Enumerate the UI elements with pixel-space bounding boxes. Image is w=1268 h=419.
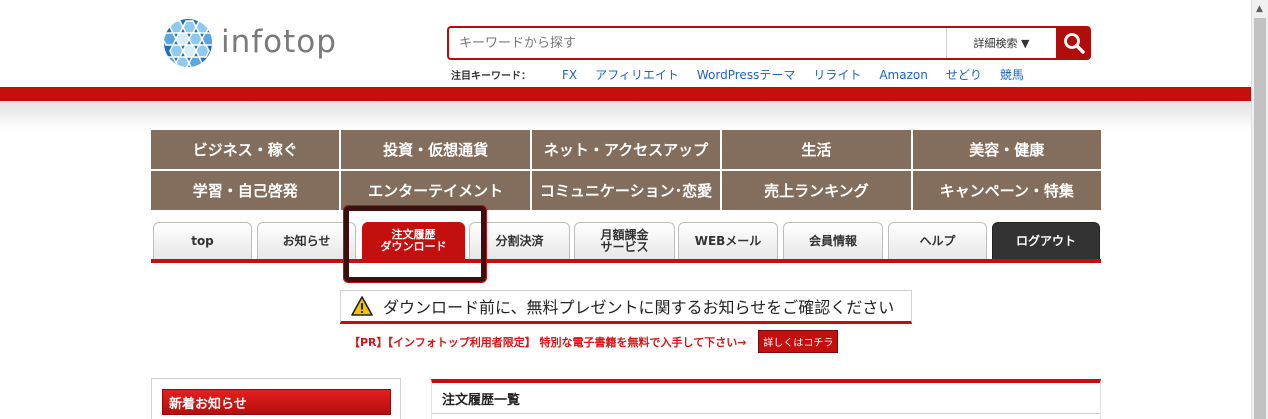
infotop-logo[interactable]: infotop <box>163 18 337 68</box>
keyword-link[interactable]: せどり <box>946 66 982 83</box>
category-life[interactable]: 生活 <box>722 130 911 169</box>
pr-banner: 【PR】【インフォトップ利用者限定】 特別な電子書籍を無料で入手して下さい→ 詳… <box>349 330 839 353</box>
search-icon <box>1064 33 1085 54</box>
order-history-panel: 注文履歴一覧 <box>431 379 1101 419</box>
tab-webmail[interactable]: WEBメール <box>678 222 778 259</box>
keyword-link[interactable]: 競馬 <box>1000 66 1024 83</box>
hexagon-globe-icon <box>164 19 212 67</box>
tab-member-info[interactable]: 会員情報 <box>783 222 883 259</box>
header-red-band <box>0 87 1251 101</box>
category-learning[interactable]: 学習・自己啓発 <box>151 171 340 210</box>
scroll-up-arrow-icon[interactable]: ▲ <box>1251 0 1268 17</box>
download-notice: ダウンロード前に、無料プレゼントに関するお知らせをご確認ください <box>340 290 912 324</box>
search-input[interactable] <box>449 28 946 58</box>
scrollbar-thumb[interactable] <box>1254 18 1266 419</box>
order-history-divider <box>432 413 1100 414</box>
category-communication[interactable]: コミュニケーション･恋愛 <box>531 171 721 210</box>
keyword-link[interactable]: リライト <box>813 66 861 83</box>
category-campaign[interactable]: キャンペーン・特集 <box>912 171 1101 210</box>
keyword-link[interactable]: FX <box>562 68 577 82</box>
logout-button[interactable]: ログアウト <box>992 222 1100 259</box>
tab-top[interactable]: top <box>153 222 252 259</box>
category-sales-ranking[interactable]: 売上ランキング <box>722 171 911 210</box>
featured-keywords: 注目キーワード： FX アフィリエイト WordPressテーマ リライト Am… <box>451 66 1042 83</box>
logo-text: infotop <box>221 24 337 60</box>
tabs-underline <box>151 259 1101 263</box>
news-box: 新着お知らせ <box>151 378 401 419</box>
advanced-search-dropdown[interactable]: 詳細検索 ▼ <box>946 28 1056 58</box>
category-nav: ビジネス・稼ぐ 投資・仮想通貨 ネット・アクセスアップ 生活 美容・健康 学習・… <box>151 130 1101 210</box>
keyword-link[interactable]: Amazon <box>879 68 928 82</box>
pr-details-button[interactable]: 詳しくはコチラ <box>758 330 839 353</box>
tab-monthly-service[interactable]: 月額課金 サービス <box>574 222 675 259</box>
tab-monthly-service-label: 月額課金 サービス <box>600 228 649 254</box>
category-beauty-health[interactable]: 美容・健康 <box>912 130 1101 169</box>
tab-help[interactable]: ヘルプ <box>888 222 987 259</box>
highlight-box <box>343 205 487 283</box>
category-business[interactable]: ビジネス・稼ぐ <box>151 130 340 169</box>
header-band-shadow <box>0 101 1251 131</box>
category-net-access[interactable]: ネット・アクセスアップ <box>531 130 721 169</box>
member-tabs: top お知らせ 注文履歴 ダウンロード 分割決済 月額課金 サービス WEBメ… <box>151 222 1101 264</box>
warning-icon <box>351 296 373 316</box>
keywords-label: 注目キーワード： <box>451 71 531 82</box>
category-entertainment[interactable]: エンターテイメント <box>341 171 530 210</box>
notice-text: ダウンロード前に、無料プレゼントに関するお知らせをご確認ください <box>383 298 895 317</box>
vertical-scrollbar[interactable]: ▲ <box>1251 0 1268 419</box>
category-investment[interactable]: 投資・仮想通貨 <box>341 130 530 169</box>
search-bar: 詳細検索 ▼ <box>447 26 1058 60</box>
news-title: 新着お知らせ <box>162 389 391 415</box>
tab-news[interactable]: お知らせ <box>257 222 356 259</box>
keyword-link[interactable]: WordPressテーマ <box>697 66 795 83</box>
order-history-title: 注文履歴一覧 <box>442 393 521 408</box>
keyword-link[interactable]: アフィリエイト <box>595 66 679 83</box>
pr-text: 【PR】【インフォトップ利用者限定】 特別な電子書籍を無料で入手して下さい→ <box>349 335 747 349</box>
search-button[interactable] <box>1057 26 1091 60</box>
page: infotop 詳細検索 ▼ 注目キーワード： FX アフィリエイト WordP… <box>0 0 1268 419</box>
